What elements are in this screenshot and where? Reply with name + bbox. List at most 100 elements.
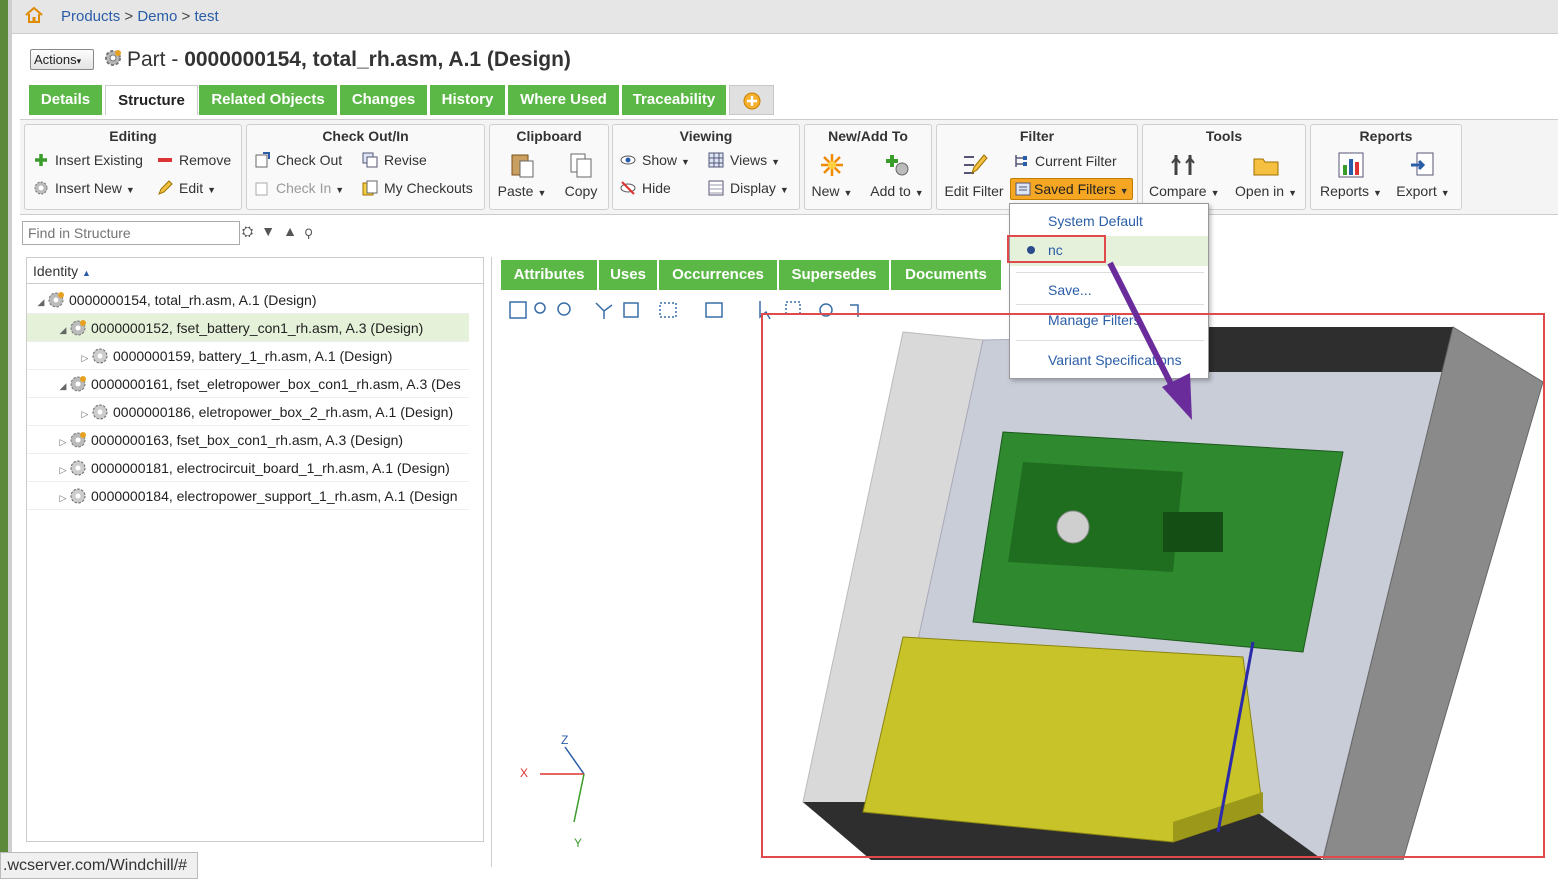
add-tab-button[interactable] <box>729 85 774 115</box>
expand-icon[interactable]: ▷ <box>79 344 91 369</box>
current-filter-button[interactable]: Current Filter <box>1013 153 1117 169</box>
chevron-down-icon: ▼ <box>1373 188 1382 198</box>
expand-icon[interactable]: ▷ <box>57 428 69 453</box>
zoom-icon[interactable] <box>557 302 571 316</box>
folder-open-icon <box>1253 158 1279 176</box>
current-filter-label: Current Filter <box>1035 153 1117 169</box>
tree-row[interactable]: ◢ 0000000154, total_rh.asm, A.1 (Design) <box>27 286 469 314</box>
add-to-icon <box>886 155 909 176</box>
find-all-icon[interactable]: ⚲ <box>305 223 320 239</box>
tab-related-objects[interactable]: Related Objects <box>199 85 339 115</box>
home-icon[interactable] <box>24 6 44 24</box>
tab-structure[interactable]: Structure <box>105 85 198 115</box>
insert-new-label: Insert New <box>55 180 122 196</box>
copy-button[interactable]: Copy <box>558 151 604 199</box>
tab-documents[interactable]: Documents <box>891 260 1001 290</box>
tab-occurrences[interactable]: Occurrences <box>659 260 777 290</box>
sort-asc-icon: ▲ <box>82 268 91 278</box>
hide-icon <box>620 181 636 195</box>
show-button[interactable]: Show ▼ <box>620 152 690 168</box>
filter-tree-icon <box>1015 155 1027 167</box>
new-star-icon <box>821 154 843 176</box>
tree-row[interactable]: ▷ 0000000163, fset_box_con1_rh.asm, A.3 (… <box>27 426 469 454</box>
tree-row[interactable]: ◢ 0000000161, fset_eletropower_box_con1_r… <box>27 370 469 398</box>
select-box-icon[interactable] <box>659 302 677 318</box>
zoom-window-icon[interactable] <box>534 302 546 314</box>
tree-row[interactable]: ◢ 0000000152, fset_battery_con1_rh.asm, A… <box>27 314 469 342</box>
edit-button[interactable]: Edit ▼ <box>157 180 216 196</box>
collapse-icon[interactable]: ◢ <box>57 316 69 341</box>
window-icon[interactable] <box>705 302 723 318</box>
tree-row[interactable]: ▷ 0000000184, electropower_support_1_rh.a… <box>27 482 469 510</box>
export-button[interactable]: Export ▼ <box>1391 151 1455 199</box>
assembly-gear-icon <box>48 292 64 308</box>
insert-new-button[interactable]: Insert New ▼ <box>33 180 135 196</box>
chevron-down-icon: ▼ <box>843 188 853 198</box>
expand-icon[interactable]: ▷ <box>79 400 91 425</box>
my-checkouts-button[interactable]: My Checkouts <box>362 180 473 196</box>
select-icon[interactable] <box>623 302 639 318</box>
reports-button[interactable]: Reports ▼ <box>1317 151 1385 199</box>
tab-attributes[interactable]: Attributes <box>501 260 597 290</box>
tree-header[interactable]: Identity ▲ <box>27 258 483 284</box>
insert-existing-label: Insert Existing <box>55 152 143 168</box>
add-to-button[interactable]: Add to ▼ <box>867 151 927 199</box>
revise-button[interactable]: Revise <box>362 152 427 168</box>
tab-supersedes[interactable]: Supersedes <box>779 260 889 290</box>
actions-button[interactable]: Actions▾ <box>30 49 94 70</box>
hide-button[interactable]: Hide <box>620 180 671 196</box>
menu-item-system-default[interactable]: System Default <box>1010 212 1208 236</box>
remove-label: Remove <box>179 152 232 168</box>
highlight-box-nc <box>1007 235 1106 263</box>
tab-uses[interactable]: Uses <box>599 260 657 290</box>
edit-filter-button[interactable]: Edit Filter <box>941 151 1007 199</box>
collapse-icon[interactable]: ◢ <box>57 372 69 397</box>
part-gear-icon <box>105 50 121 66</box>
expand-icon[interactable]: ▷ <box>57 456 69 481</box>
breadcrumb-products[interactable]: Products <box>61 8 120 25</box>
compare-button[interactable]: Compare ▼ <box>1149 151 1220 199</box>
check-out-button[interactable]: Check Out <box>254 152 342 168</box>
structure-icon[interactable] <box>595 302 613 319</box>
open-in-button[interactable]: Open in ▼ <box>1231 151 1301 199</box>
tab-where-used[interactable]: Where Used <box>508 85 621 115</box>
filter-down-icon[interactable]: ▼ <box>261 223 283 239</box>
paste-icon <box>511 154 534 178</box>
new-button[interactable]: New ▼ <box>809 151 855 199</box>
filter-up-icon[interactable]: ▲ <box>283 223 305 239</box>
zoom-fit-icon[interactable] <box>509 301 527 319</box>
find-in-structure-input[interactable] <box>22 221 240 245</box>
tree-row[interactable]: ▷ 0000000186, eletropower_box_2_rh.asm, A… <box>27 398 469 426</box>
tree-row[interactable]: ▷ 0000000159, battery_1_rh.asm, A.1 (Desi… <box>27 342 469 370</box>
paste-button[interactable]: Paste ▼ <box>496 151 548 199</box>
chevron-down-icon: ▾ <box>76 56 82 66</box>
expand-icon[interactable]: ▷ <box>57 484 69 509</box>
part-gear-icon <box>92 348 108 364</box>
saved-filters-button[interactable]: Saved Filters ▼ <box>1010 178 1133 200</box>
check-in-button[interactable]: Check In ▼ <box>254 180 344 196</box>
group-checkout: Check Out/In Check Out Revise Check In ▼ … <box>246 124 485 210</box>
collapse-icon[interactable]: ◢ <box>35 288 47 313</box>
check-in-icon <box>255 182 268 196</box>
tree-row-label: 0000000186, eletropower_box_2_rh.asm, A.… <box>113 404 454 420</box>
tab-history[interactable]: History <box>430 85 507 115</box>
find-binoculars-icon[interactable]: ⛭ <box>242 223 261 239</box>
minus-icon <box>158 158 172 162</box>
tree-row[interactable]: ▷ 0000000181, electrocircuit_board_1_rh.a… <box>27 454 469 482</box>
views-button[interactable]: Views ▼ <box>708 152 780 168</box>
export-label: Export <box>1396 183 1437 199</box>
breadcrumb-demo[interactable]: Demo <box>137 8 177 25</box>
saved-filters-label: Saved Filters <box>1034 181 1116 197</box>
identity-column-label: Identity <box>33 263 79 279</box>
tree-row-label: 0000000163, fset_box_con1_rh.asm, A.3 (D… <box>91 432 404 448</box>
tab-traceability[interactable]: Traceability <box>622 85 728 115</box>
tree-row-label: 0000000161, fset_eletropower_box_con1_rh… <box>91 376 461 392</box>
my-checkouts-label: My Checkouts <box>384 180 473 196</box>
tab-changes[interactable]: Changes <box>340 85 429 115</box>
insert-existing-button[interactable]: Insert Existing <box>33 152 143 168</box>
remove-button[interactable]: Remove <box>157 152 231 168</box>
edit-label: Edit <box>179 180 204 196</box>
breadcrumb-test[interactable]: test <box>194 8 218 25</box>
tab-details[interactable]: Details <box>29 85 104 115</box>
display-button[interactable]: Display ▼ <box>708 180 789 196</box>
